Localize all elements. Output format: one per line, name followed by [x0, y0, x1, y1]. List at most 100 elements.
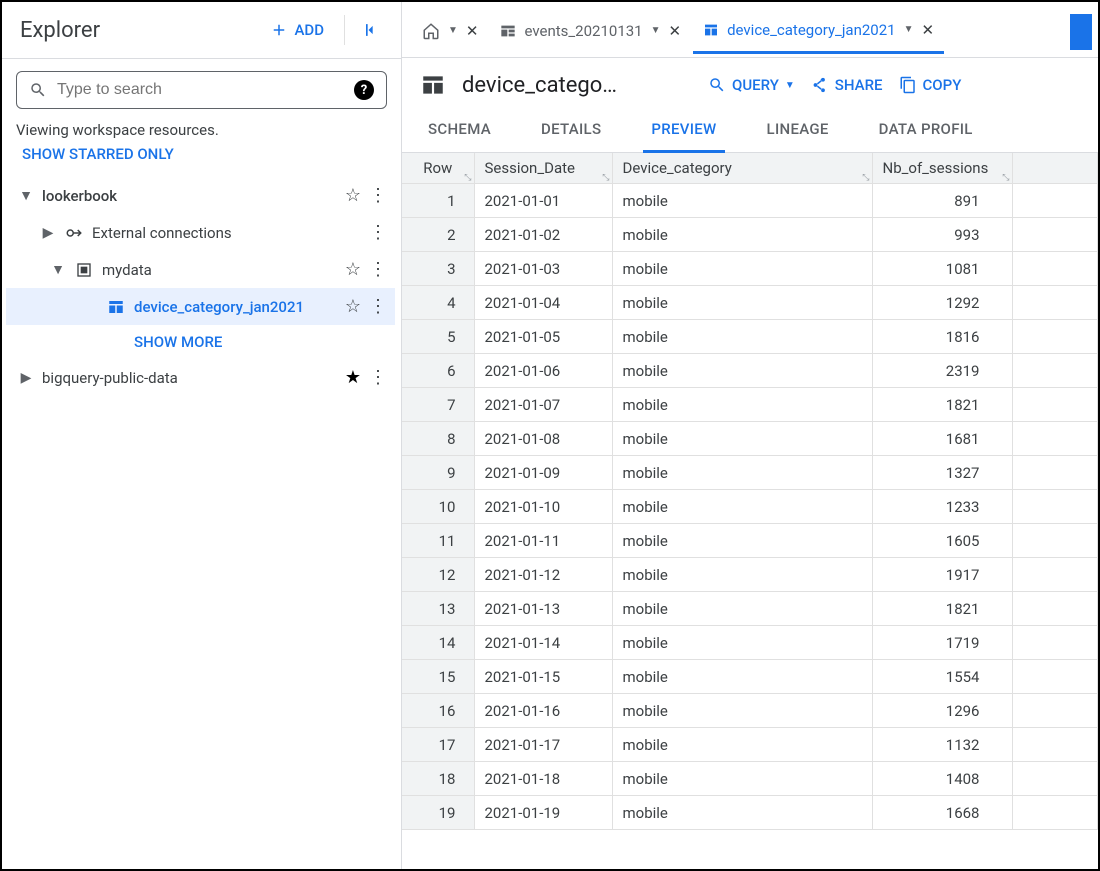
filler-cell	[1012, 592, 1098, 626]
table-row[interactable]: 22021-01-02mobile993	[402, 218, 1098, 252]
home-tab[interactable]: ▼ ✕	[412, 12, 488, 52]
row-number-cell: 2	[402, 218, 474, 252]
session-date-cell: 2021-01-18	[474, 762, 612, 796]
table-row[interactable]: 182021-01-18mobile1408	[402, 762, 1098, 796]
table-row[interactable]: 32021-01-03mobile1081	[402, 252, 1098, 286]
table-icon	[420, 72, 446, 98]
events-tab[interactable]: events_20210131 ▼ ✕	[490, 12, 691, 52]
show-more-link[interactable]: SHOW MORE	[6, 325, 395, 359]
table-row[interactable]: 82021-01-08mobile1681	[402, 422, 1098, 456]
row-number-cell: 15	[402, 660, 474, 694]
subtab-lineage[interactable]: LINEAGE	[759, 108, 837, 152]
table-row[interactable]: 162021-01-16mobile1296	[402, 694, 1098, 728]
table-row[interactable]: 192021-01-19mobile1668	[402, 796, 1098, 830]
table-row[interactable]: 132021-01-13mobile1821	[402, 592, 1098, 626]
table-row[interactable]: 72021-01-07mobile1821	[402, 388, 1098, 422]
table-row[interactable]: 142021-01-14mobile1719	[402, 626, 1098, 660]
star-icon[interactable]: ☆	[345, 185, 361, 206]
tree-label: mydata	[102, 261, 337, 279]
table-row[interactable]: 102021-01-10mobile1233	[402, 490, 1098, 524]
filler-cell	[1012, 660, 1098, 694]
query-button[interactable]: QUERY ▼	[708, 76, 795, 94]
device-category-tab[interactable]: device_category_jan2021 ▼ ✕	[693, 11, 944, 54]
dropdown-icon: ▼	[785, 80, 795, 91]
nb-sessions-cell: 1081	[872, 252, 1012, 286]
col-header-device-category[interactable]: Device_category⤡	[612, 153, 872, 184]
explorer-title: Explorer	[20, 18, 100, 43]
share-button[interactable]: SHARE	[811, 76, 883, 94]
table-row[interactable]: 12021-01-01mobile891	[402, 184, 1098, 218]
session-date-cell: 2021-01-01	[474, 184, 612, 218]
table-row[interactable]: 62021-01-06mobile2319	[402, 354, 1098, 388]
connection-icon	[64, 224, 84, 242]
filler-cell	[1012, 320, 1098, 354]
col-header-session-date[interactable]: Session_Date⤡	[474, 153, 612, 184]
row-number-cell: 18	[402, 762, 474, 796]
table-row[interactable]: 42021-01-04mobile1292	[402, 286, 1098, 320]
tree-label: bigquery-public-data	[42, 369, 337, 387]
chevron-right-icon: ▶	[18, 370, 34, 386]
col-header-row[interactable]: Row⤡	[402, 153, 474, 184]
copy-button[interactable]: COPY	[899, 76, 962, 94]
filler-cell	[1012, 184, 1098, 218]
kebab-icon[interactable]: ⋮	[369, 367, 387, 388]
star-filled-icon[interactable]: ★	[345, 367, 361, 388]
overflow-button[interactable]	[1070, 14, 1092, 50]
device-category-cell: mobile	[612, 694, 872, 728]
session-date-cell: 2021-01-04	[474, 286, 612, 320]
tree-project-lookerbook[interactable]: ▼ lookerbook ☆ ⋮	[6, 177, 395, 214]
dropdown-icon: ▼	[651, 25, 661, 36]
search-box[interactable]: ?	[16, 71, 387, 109]
tree-dataset-mydata[interactable]: ▼ mydata ☆ ⋮	[6, 251, 395, 288]
kebab-icon[interactable]: ⋮	[369, 296, 387, 317]
session-date-cell: 2021-01-02	[474, 218, 612, 252]
tree-project-bigquery-public-data[interactable]: ▶ bigquery-public-data ★ ⋮	[6, 359, 395, 396]
table-row[interactable]: 152021-01-15mobile1554	[402, 660, 1098, 694]
tree-table-device-category[interactable]: device_category_jan2021 ☆ ⋮	[6, 288, 395, 325]
device-category-cell: mobile	[612, 354, 872, 388]
help-icon[interactable]: ?	[354, 80, 374, 100]
nb-sessions-cell: 1668	[872, 796, 1012, 830]
kebab-icon[interactable]: ⋮	[369, 259, 387, 280]
query-label: QUERY	[732, 76, 779, 94]
device-category-cell: mobile	[612, 558, 872, 592]
nb-sessions-cell: 1132	[872, 728, 1012, 762]
table-row[interactable]: 122021-01-12mobile1917	[402, 558, 1098, 592]
session-date-cell: 2021-01-11	[474, 524, 612, 558]
subtab-schema[interactable]: SCHEMA	[420, 108, 499, 152]
device-category-cell: mobile	[612, 320, 872, 354]
close-icon[interactable]: ✕	[669, 22, 682, 40]
row-number-cell: 16	[402, 694, 474, 728]
copy-label: COPY	[923, 76, 962, 94]
collapse-sidebar-button[interactable]	[355, 14, 387, 46]
table-row[interactable]: 52021-01-05mobile1816	[402, 320, 1098, 354]
star-icon[interactable]: ☆	[345, 296, 361, 317]
tree-label: lookerbook	[42, 187, 337, 205]
close-icon[interactable]: ✕	[466, 22, 479, 40]
col-header-nb-sessions[interactable]: Nb_of_sessions⤡	[872, 153, 1012, 184]
session-date-cell: 2021-01-16	[474, 694, 612, 728]
nb-sessions-cell: 2319	[872, 354, 1012, 388]
star-icon[interactable]: ☆	[345, 259, 361, 280]
close-icon[interactable]: ✕	[922, 21, 935, 39]
row-number-cell: 7	[402, 388, 474, 422]
show-starred-only-link[interactable]: SHOW STARRED ONLY	[2, 143, 401, 173]
table-row[interactable]: 92021-01-09mobile1327	[402, 456, 1098, 490]
viewing-text: Viewing workspace resources.	[2, 115, 401, 143]
table-row[interactable]: 172021-01-17mobile1132	[402, 728, 1098, 762]
subtab-data-profile[interactable]: DATA PROFIL	[871, 108, 981, 152]
home-icon	[422, 22, 440, 40]
device-category-cell: mobile	[612, 184, 872, 218]
subtab-details[interactable]: DETAILS	[533, 108, 609, 152]
table-icon	[106, 298, 126, 316]
table-row[interactable]: 112021-01-11mobile1605	[402, 524, 1098, 558]
kebab-icon[interactable]: ⋮	[369, 185, 387, 206]
subtab-preview[interactable]: PREVIEW	[643, 108, 724, 153]
row-number-cell: 9	[402, 456, 474, 490]
add-button[interactable]: ADD	[260, 15, 334, 45]
search-input[interactable]	[57, 81, 344, 99]
kebab-icon[interactable]: ⋮	[369, 222, 387, 243]
tree-external-connections[interactable]: ▶ External connections ⋮	[6, 214, 395, 251]
filler-cell	[1012, 252, 1098, 286]
nb-sessions-cell: 1554	[872, 660, 1012, 694]
